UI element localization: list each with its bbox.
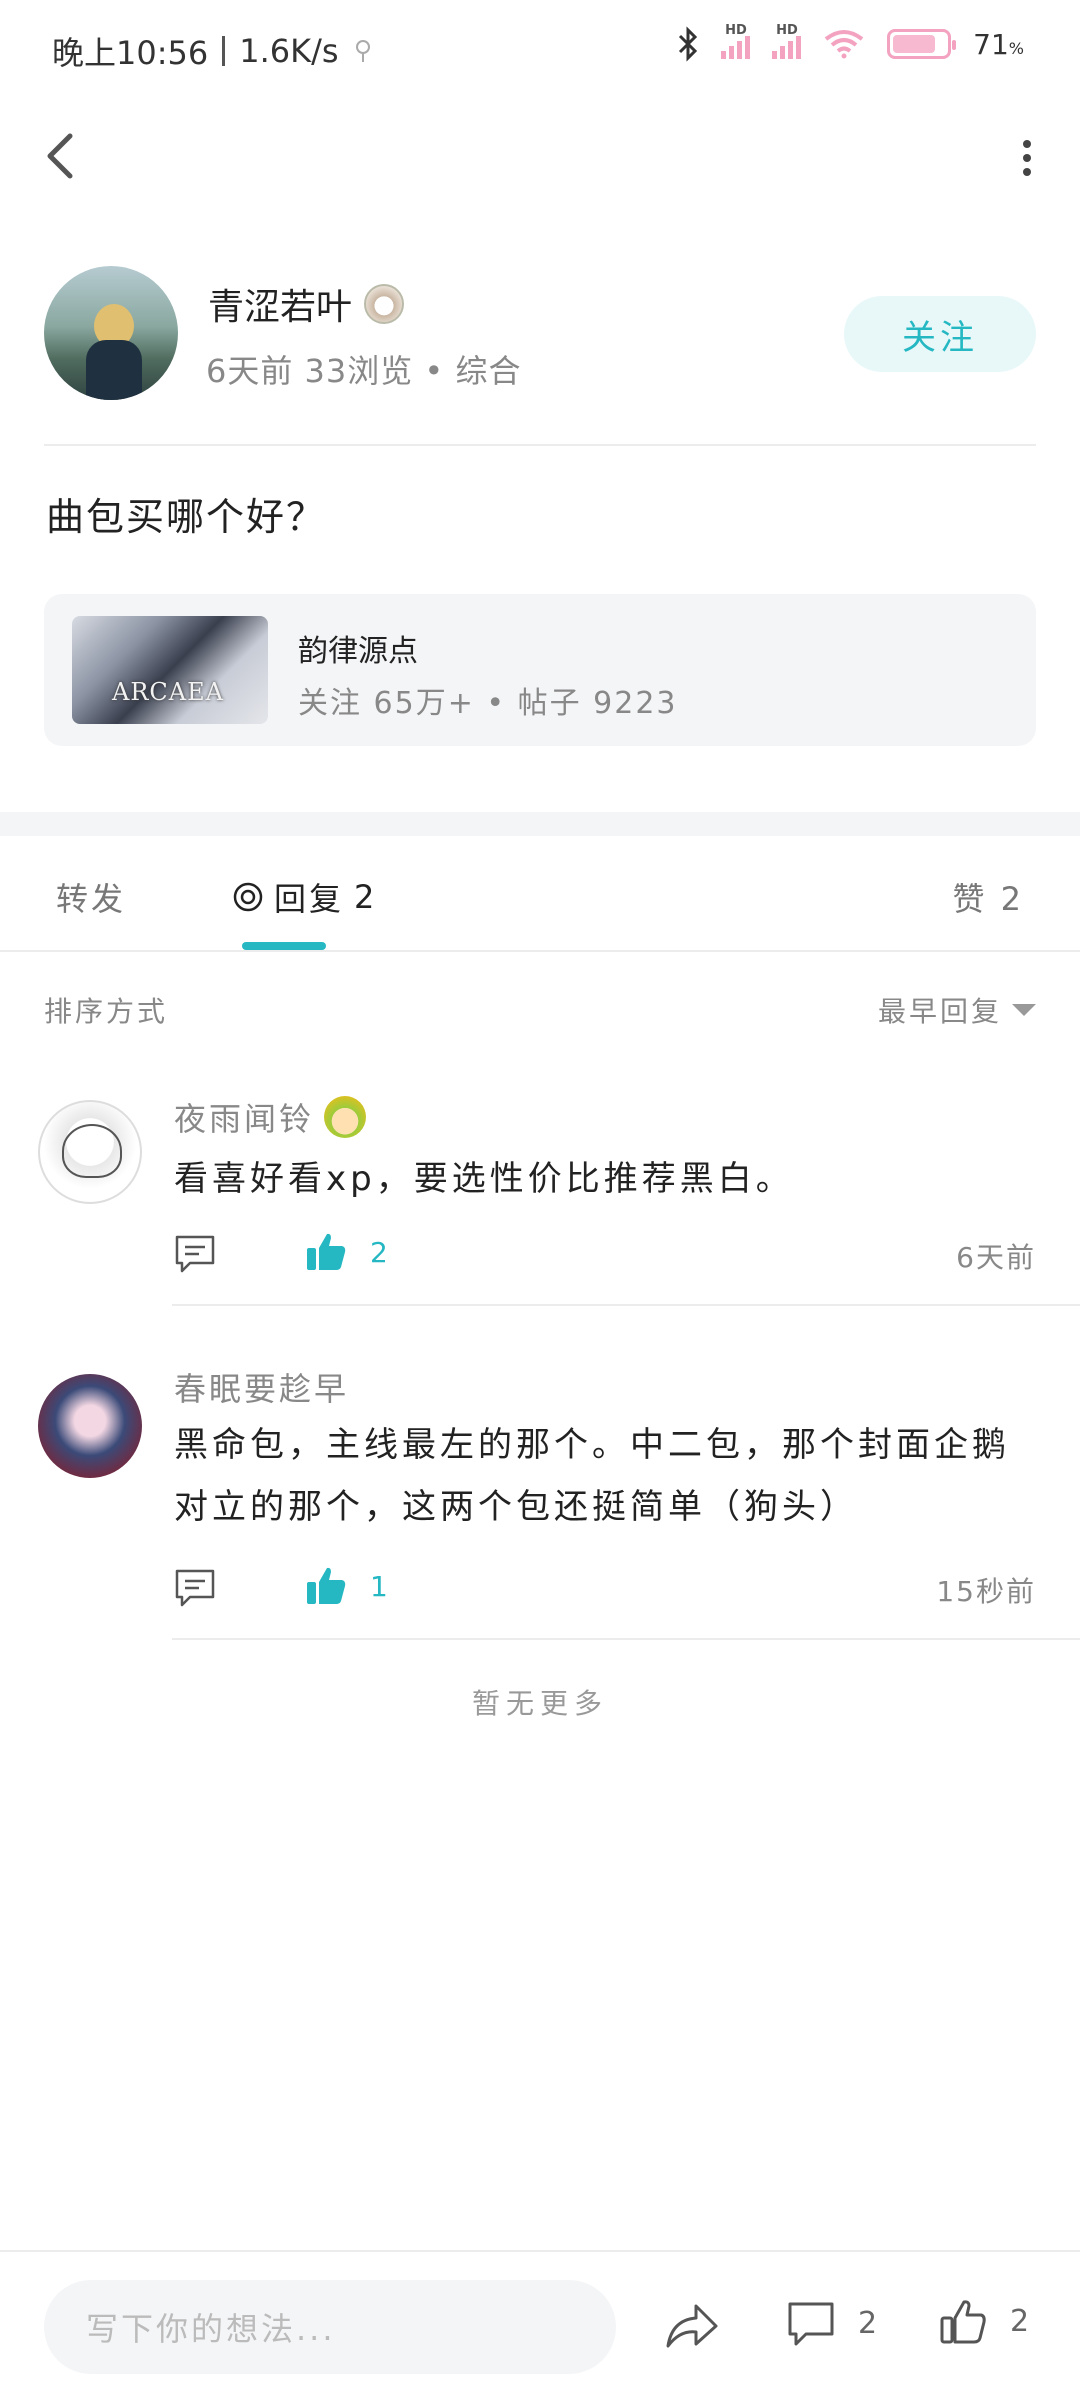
post-meta: 6天前 33浏览 • 综合	[206, 352, 522, 390]
commenter-name-text: 夜雨闻铃	[174, 1100, 315, 1138]
divider	[172, 1304, 1080, 1306]
sort-dropdown[interactable]: 最早回复	[878, 990, 1036, 1030]
comment-text: 看喜好看xp，要选性价比推荐黑白。	[174, 1159, 794, 1199]
thumbs-up-icon	[940, 2300, 986, 2344]
status-bar: 晚上10:56 1.6K/s HD HD 71%	[0, 0, 1080, 96]
divider	[44, 444, 1036, 446]
post-text: 曲包买哪个好？	[46, 495, 327, 539]
commenter-name-text: 春眠要趁早	[174, 1370, 350, 1408]
sort-label: 排序方式	[44, 995, 169, 1028]
comment-input[interactable]: 写下你的想法...	[44, 2280, 616, 2374]
reply-circle-icon	[233, 882, 263, 912]
bottom-like-button[interactable]: 2	[938, 2296, 1029, 2346]
topic-name: 韵律源点	[298, 634, 418, 669]
tab-reply-label: 回复	[274, 880, 345, 918]
divider	[0, 950, 1080, 952]
active-tab-indicator	[242, 942, 326, 950]
bottom-like-count: 2	[1010, 2303, 1030, 2339]
author-name-text: 青涩若叶	[208, 287, 353, 328]
thumbs-up-filled-icon	[307, 1233, 346, 1270]
tab-like[interactable]: 赞 2	[952, 874, 1024, 920]
signal-hd-2-icon: HD	[772, 23, 802, 59]
tab-forward[interactable]: 转发	[56, 874, 126, 920]
bluetooth-icon	[679, 26, 698, 62]
location-pin-icon	[355, 40, 370, 62]
battery-icon	[887, 29, 957, 59]
tab-reply[interactable]: 回复 2	[232, 874, 377, 920]
thumbs-up-filled-icon	[307, 1567, 346, 1604]
comment-like-count: 2	[370, 1235, 388, 1269]
status-left: 晚上10:56 1.6K/s	[52, 28, 373, 74]
no-more-label: 暂无更多	[471, 1687, 608, 1720]
author-name[interactable]: 青涩若叶	[208, 278, 405, 330]
commenter-name[interactable]: 夜雨闻铃	[174, 1094, 367, 1140]
divider	[0, 2250, 1080, 2252]
author-badge-icon	[364, 284, 405, 324]
divider	[172, 1638, 1080, 1640]
topic-thumbnail: ARCAEA	[72, 616, 268, 724]
more-options-icon[interactable]	[1020, 138, 1034, 178]
sort-selected-value: 最早回复	[877, 995, 1002, 1028]
commenter-badge-icon	[324, 1096, 367, 1138]
signal-hd-1-icon: HD	[721, 23, 751, 59]
topic-stats: 关注 65万+ • 帖子 9223	[298, 686, 678, 721]
wifi-icon	[824, 30, 864, 59]
bottom-comment-button[interactable]: 2	[786, 2298, 877, 2348]
commenter-avatar[interactable]	[38, 1100, 142, 1204]
reply-icon[interactable]	[174, 1234, 216, 1274]
section-gap	[0, 812, 1080, 836]
status-right: HD HD 71%	[677, 23, 1024, 62]
comment-time: 6天前	[956, 1241, 1036, 1274]
comment-time: 15秒前	[936, 1575, 1036, 1608]
status-separator	[222, 36, 226, 66]
back-arrow-icon[interactable]	[40, 126, 84, 186]
battery-percent: 71%	[973, 27, 1024, 61]
follow-button[interactable]: 关注	[844, 296, 1036, 372]
comment-like-count: 1	[370, 1569, 388, 1603]
topic-card[interactable]: ARCAEA 韵律源点 关注 65万+ • 帖子 9223	[44, 594, 1036, 746]
tab-reply-count: 2	[354, 878, 378, 916]
comment-like-button[interactable]: 2	[304, 1230, 388, 1274]
status-speed: 1.6K/s	[239, 32, 339, 70]
bottom-comment-count: 2	[858, 2305, 878, 2341]
commenter-avatar[interactable]	[38, 1374, 142, 1478]
share-icon[interactable]	[664, 2300, 720, 2352]
comment-bubble-icon	[788, 2302, 834, 2346]
commenter-name[interactable]: 春眠要趁早	[174, 1364, 349, 1410]
reply-icon[interactable]	[174, 1568, 216, 1608]
status-time: 晚上10:56	[52, 34, 209, 72]
topic-thumbnail-logo: ARCAEA	[112, 678, 224, 706]
caret-down-icon	[1012, 1004, 1036, 1016]
comment-text: 黑命包，主线最左的那个。中二包，那个封面企鹅对立的那个，这两个包还挺简单（狗头）	[174, 1425, 1010, 1527]
author-avatar[interactable]	[44, 266, 178, 400]
comment-like-button[interactable]: 1	[304, 1564, 388, 1608]
